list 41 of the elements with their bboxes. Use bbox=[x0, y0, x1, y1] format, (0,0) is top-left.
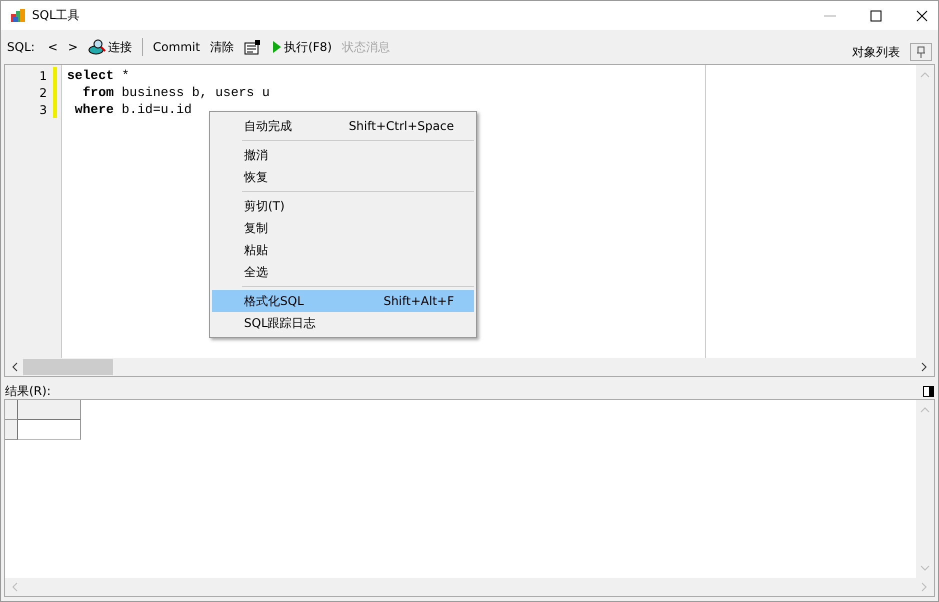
vertical-scrollbar[interactable] bbox=[916, 65, 934, 358]
line-number: 1 bbox=[39, 68, 47, 82]
toolbar-button[interactable]: Commit bbox=[150, 40, 204, 54]
sql-label: SQL: bbox=[7, 40, 35, 54]
pin-button[interactable] bbox=[910, 43, 932, 61]
play-icon bbox=[272, 40, 282, 54]
maximize-icon[interactable] bbox=[870, 10, 882, 22]
connect-button[interactable]: 连接 bbox=[84, 38, 135, 56]
scroll-right-icon[interactable] bbox=[920, 362, 928, 372]
code-line: select * bbox=[67, 67, 130, 84]
run-button[interactable]: 执行(F8) bbox=[269, 38, 335, 56]
menu-item[interactable]: 恢复 bbox=[212, 166, 474, 188]
scroll-left-icon[interactable] bbox=[11, 362, 19, 372]
scrollbar-thumb[interactable] bbox=[23, 359, 113, 375]
menu-item[interactable]: 全选 bbox=[212, 261, 474, 283]
close-icon[interactable] bbox=[916, 10, 928, 22]
form-icon[interactable] bbox=[244, 39, 262, 55]
menu-item[interactable]: 自动完成 Shift+Ctrl+Space bbox=[212, 115, 474, 137]
results-label: 结果(R): bbox=[5, 382, 51, 400]
app-icon bbox=[10, 8, 26, 24]
code-line: where b.id=u.id bbox=[74, 101, 193, 118]
toolbar-button[interactable]: < bbox=[44, 40, 61, 54]
scroll-up-icon[interactable] bbox=[920, 71, 930, 79]
toolbar-button[interactable]: > bbox=[64, 40, 81, 54]
menu-item[interactable]: 复制 bbox=[212, 217, 474, 239]
menu-item[interactable]: 剪切(T) bbox=[212, 195, 474, 217]
window-title: SQL工具 bbox=[32, 7, 80, 24]
maximize-panel-icon[interactable] bbox=[923, 386, 934, 396]
code-line: from business b, users u bbox=[82, 84, 271, 101]
menu-item[interactable]: 粘贴 bbox=[212, 239, 474, 261]
line-number: 2 bbox=[39, 86, 47, 100]
menu-item[interactable]: SQL跟踪日志 bbox=[212, 312, 474, 334]
scroll-up-icon[interactable] bbox=[920, 406, 930, 414]
menu-item[interactable]: 撤消 bbox=[212, 144, 474, 166]
line-number: 3 bbox=[39, 102, 47, 116]
vertical-scrollbar[interactable] bbox=[916, 400, 934, 578]
object-list-label: 对象列表 bbox=[852, 44, 900, 60]
scroll-down-icon[interactable] bbox=[920, 564, 930, 572]
menu-item[interactable]: 格式化SQL Shift+Alt+F bbox=[212, 290, 474, 312]
toolbar-button[interactable]: 清除 bbox=[207, 38, 238, 56]
pin-icon bbox=[916, 46, 926, 58]
